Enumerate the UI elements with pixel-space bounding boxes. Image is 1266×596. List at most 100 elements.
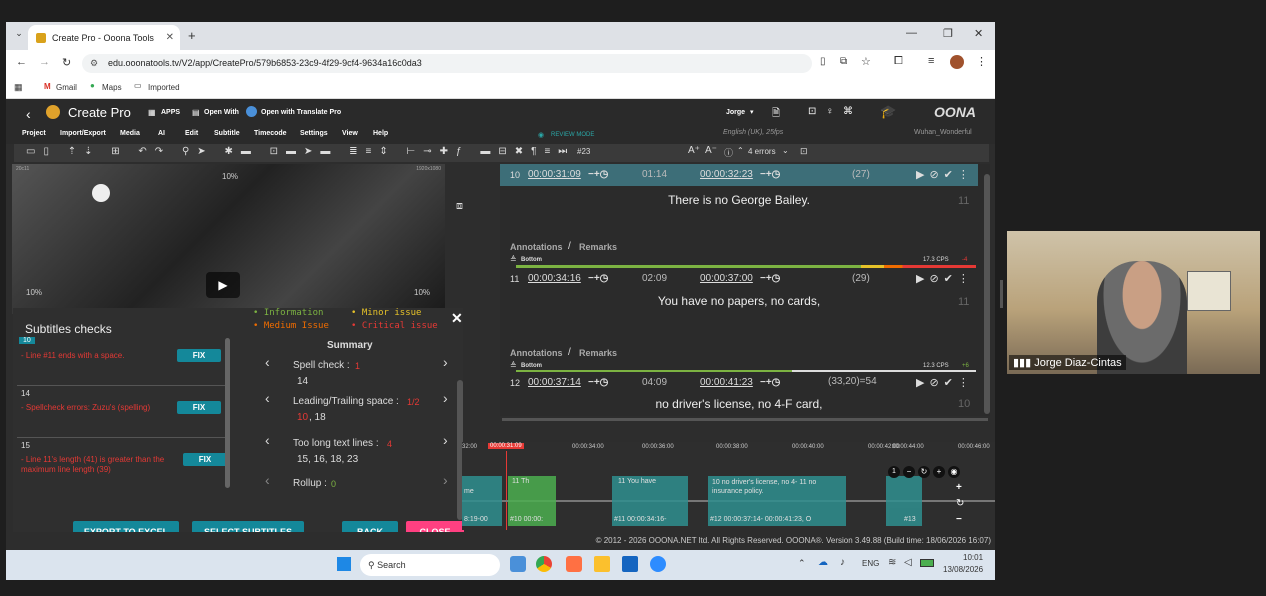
reload-icon[interactable]: ↻	[62, 56, 71, 69]
font-size-down-icon[interactable]: A⁻	[705, 145, 717, 156]
tray-cloud-icon[interactable]: ☁	[818, 557, 828, 568]
open-with-button[interactable]: Open With	[204, 109, 239, 116]
subtitle-clip[interactable]: 11 Th #10 00:00:	[508, 476, 556, 526]
close-tab-icon[interactable]: ✕	[166, 32, 174, 43]
zoom-app-icon[interactable]	[650, 556, 666, 572]
prev-icon[interactable]: ‹	[265, 472, 270, 488]
playhead[interactable]	[506, 451, 507, 530]
extensions-icon[interactable]: ⧠	[894, 55, 903, 68]
media-icon[interactable]: ⊡	[808, 106, 816, 117]
list-item[interactable]: 15 - Line 11's length (41) is greater th…	[17, 440, 229, 490]
next-icon[interactable]: ›	[443, 472, 448, 488]
prev-icon[interactable]: ‹	[265, 390, 270, 406]
font-size-up-icon[interactable]: A⁺	[688, 145, 700, 156]
subtitle-row[interactable]: 12 00:00:37:14 −+◷ 04:09 00:00:41:23 −+◷…	[500, 372, 978, 416]
row-actions-icons[interactable]: ▶⊘✔⋮	[916, 168, 974, 181]
screenshot-icon[interactable]: ⊡	[800, 146, 808, 157]
subtitle-text[interactable]: You have no papers, no cards,	[500, 294, 978, 308]
close-window-button[interactable]: ✕	[974, 27, 983, 40]
vertical-zoom-in-icon[interactable]: +	[956, 482, 962, 493]
list-item[interactable]: 14 - Spellcheck errors: Zuzu's (spelling…	[17, 388, 229, 438]
profile-avatar[interactable]	[950, 55, 964, 69]
vertical-reset-icon[interactable]: ↻	[956, 498, 964, 509]
menu-settings[interactable]: Settings	[300, 130, 342, 142]
language-indicator[interactable]: ENG	[862, 559, 879, 568]
tray-chevron-icon[interactable]: ⌃	[798, 558, 806, 569]
remarks-link[interactable]: Remarks	[579, 348, 617, 358]
next-icon[interactable]: ›	[443, 354, 448, 370]
subtitle-list-scrollbar[interactable]	[984, 174, 990, 414]
timecode-out[interactable]: 00:00:41:23	[700, 377, 753, 388]
timecode-in[interactable]: 00:00:31:09	[528, 169, 581, 180]
row-actions-icons[interactable]: ▶⊘✔⋮	[916, 376, 974, 389]
lightbulb-icon[interactable]: ♀	[826, 106, 834, 117]
subtitle-clip[interactable]: 11 You have #11 00:00:34:16-	[612, 476, 688, 526]
url-field[interactable]: ⚙ edu.ooonatools.tv/V2/app/CreatePro/579…	[82, 54, 812, 73]
subtitle-row[interactable]: 11 00:00:34:16 −+◷ 02:09 00:00:37:00 −+◷…	[500, 268, 978, 372]
prev-icon[interactable]: ‹	[265, 432, 270, 448]
forward-icon[interactable]: →	[39, 56, 50, 68]
tc-out-adjust-icon[interactable]: −+◷	[760, 377, 780, 388]
back-icon[interactable]: ←	[16, 56, 27, 68]
fix-button[interactable]: FIX	[177, 401, 221, 414]
timecode-in[interactable]: 00:00:34:16	[528, 273, 581, 284]
bookmark-imported[interactable]: Imported	[148, 83, 180, 92]
clock-date[interactable]: 13/08/2026	[943, 565, 983, 574]
video-call-tile[interactable]: ▮▮▮ Jorge Diaz-Cintas	[1007, 231, 1260, 374]
menu-media[interactable]: Media	[120, 130, 158, 142]
panel-divider[interactable]	[1000, 280, 1003, 308]
menu-edit[interactable]: Edit	[185, 130, 214, 142]
subtitle-clip[interactable]: me 8:19-00	[462, 476, 502, 526]
position-label[interactable]: Bottom	[521, 363, 542, 369]
browser-menu-icon[interactable]: ⋮	[976, 55, 987, 68]
taskbar-search[interactable]: ⚲ Search	[360, 554, 500, 576]
menu-subtitle[interactable]: Subtitle	[214, 130, 254, 142]
reading-list-icon[interactable]: ≡	[928, 55, 934, 67]
prev-icon[interactable]: ‹	[265, 354, 270, 370]
zoom-out-icon[interactable]: −	[903, 466, 915, 478]
menu-timecode[interactable]: Timecode	[254, 130, 300, 142]
graduation-cap-icon[interactable]: 🎓	[880, 104, 896, 120]
tc-out-adjust-icon[interactable]: −+◷	[760, 169, 780, 180]
zoom-in-icon[interactable]: +	[933, 466, 945, 478]
subtitle-text[interactable]: There is no George Bailey.	[500, 193, 978, 207]
browser-tab[interactable]: Create Pro - Ooona Tools ✕	[28, 25, 180, 50]
file-explorer-icon[interactable]	[594, 556, 610, 572]
tc-in-adjust-icon[interactable]: −+◷	[588, 273, 608, 284]
row-actions-icons[interactable]: ▶⊘✔⋮	[916, 272, 974, 285]
chrome-icon[interactable]	[536, 556, 552, 572]
video-player[interactable]: 20c11 1920x1080 10% 10% 10% ▶	[12, 164, 445, 314]
tab-list-button[interactable]: ⌄	[12, 28, 26, 42]
battery-icon[interactable]	[920, 559, 934, 567]
subtitle-row[interactable]: 10 00:00:31:09 −+◷ 01:14 00:00:32:23 −+◷…	[500, 164, 978, 268]
review-mode-label[interactable]: REVIEW MODE	[551, 132, 594, 138]
site-info-icon[interactable]: ⚙	[90, 54, 98, 73]
volume-icon[interactable]: ◁	[904, 557, 912, 568]
waveform-toggle-icon[interactable]: ◉	[948, 466, 960, 478]
list-item[interactable]: 10 - Line #11 ends with a space. FIX	[17, 336, 229, 386]
new-tab-button[interactable]: +	[188, 28, 196, 43]
user-menu[interactable]: Jorge	[726, 109, 745, 116]
remarks-link[interactable]: Remarks	[579, 242, 617, 252]
menu-ai[interactable]: AI	[158, 130, 185, 142]
timeline[interactable]: 32:00 00:00:34:00 00:00:36:00 00:00:38:0…	[462, 442, 995, 530]
minimize-button[interactable]: —	[906, 27, 917, 39]
menu-view[interactable]: View	[342, 130, 373, 142]
wifi-icon[interactable]: ≋	[888, 557, 896, 568]
subtitle-clip[interactable]: 10 no driver's license, no 4- 11 no insu…	[708, 476, 846, 526]
pc-icon[interactable]	[622, 556, 638, 572]
apps-grid-icon[interactable]: ▦	[14, 82, 23, 93]
tc-out-adjust-icon[interactable]: −+◷	[760, 273, 780, 284]
windows-start-icon[interactable]	[337, 557, 351, 571]
clock-time[interactable]: 10:01	[963, 553, 983, 562]
timecode-out[interactable]: 00:00:32:23	[700, 169, 753, 180]
next-icon[interactable]: ›	[443, 432, 448, 448]
menu-help[interactable]: Help	[373, 130, 403, 142]
fix-button[interactable]: FIX	[183, 453, 227, 466]
bookmark-star-icon[interactable]: ☆	[861, 55, 871, 68]
errors-expand-icon[interactable]: ⌄	[782, 146, 789, 155]
errors-chevron-icon[interactable]: ⌃	[737, 146, 744, 155]
reset-zoom-icon[interactable]: ↻	[918, 466, 930, 478]
subtitle-clip[interactable]: #13	[886, 476, 922, 526]
errors-dropdown[interactable]: 4 errors	[748, 147, 776, 156]
